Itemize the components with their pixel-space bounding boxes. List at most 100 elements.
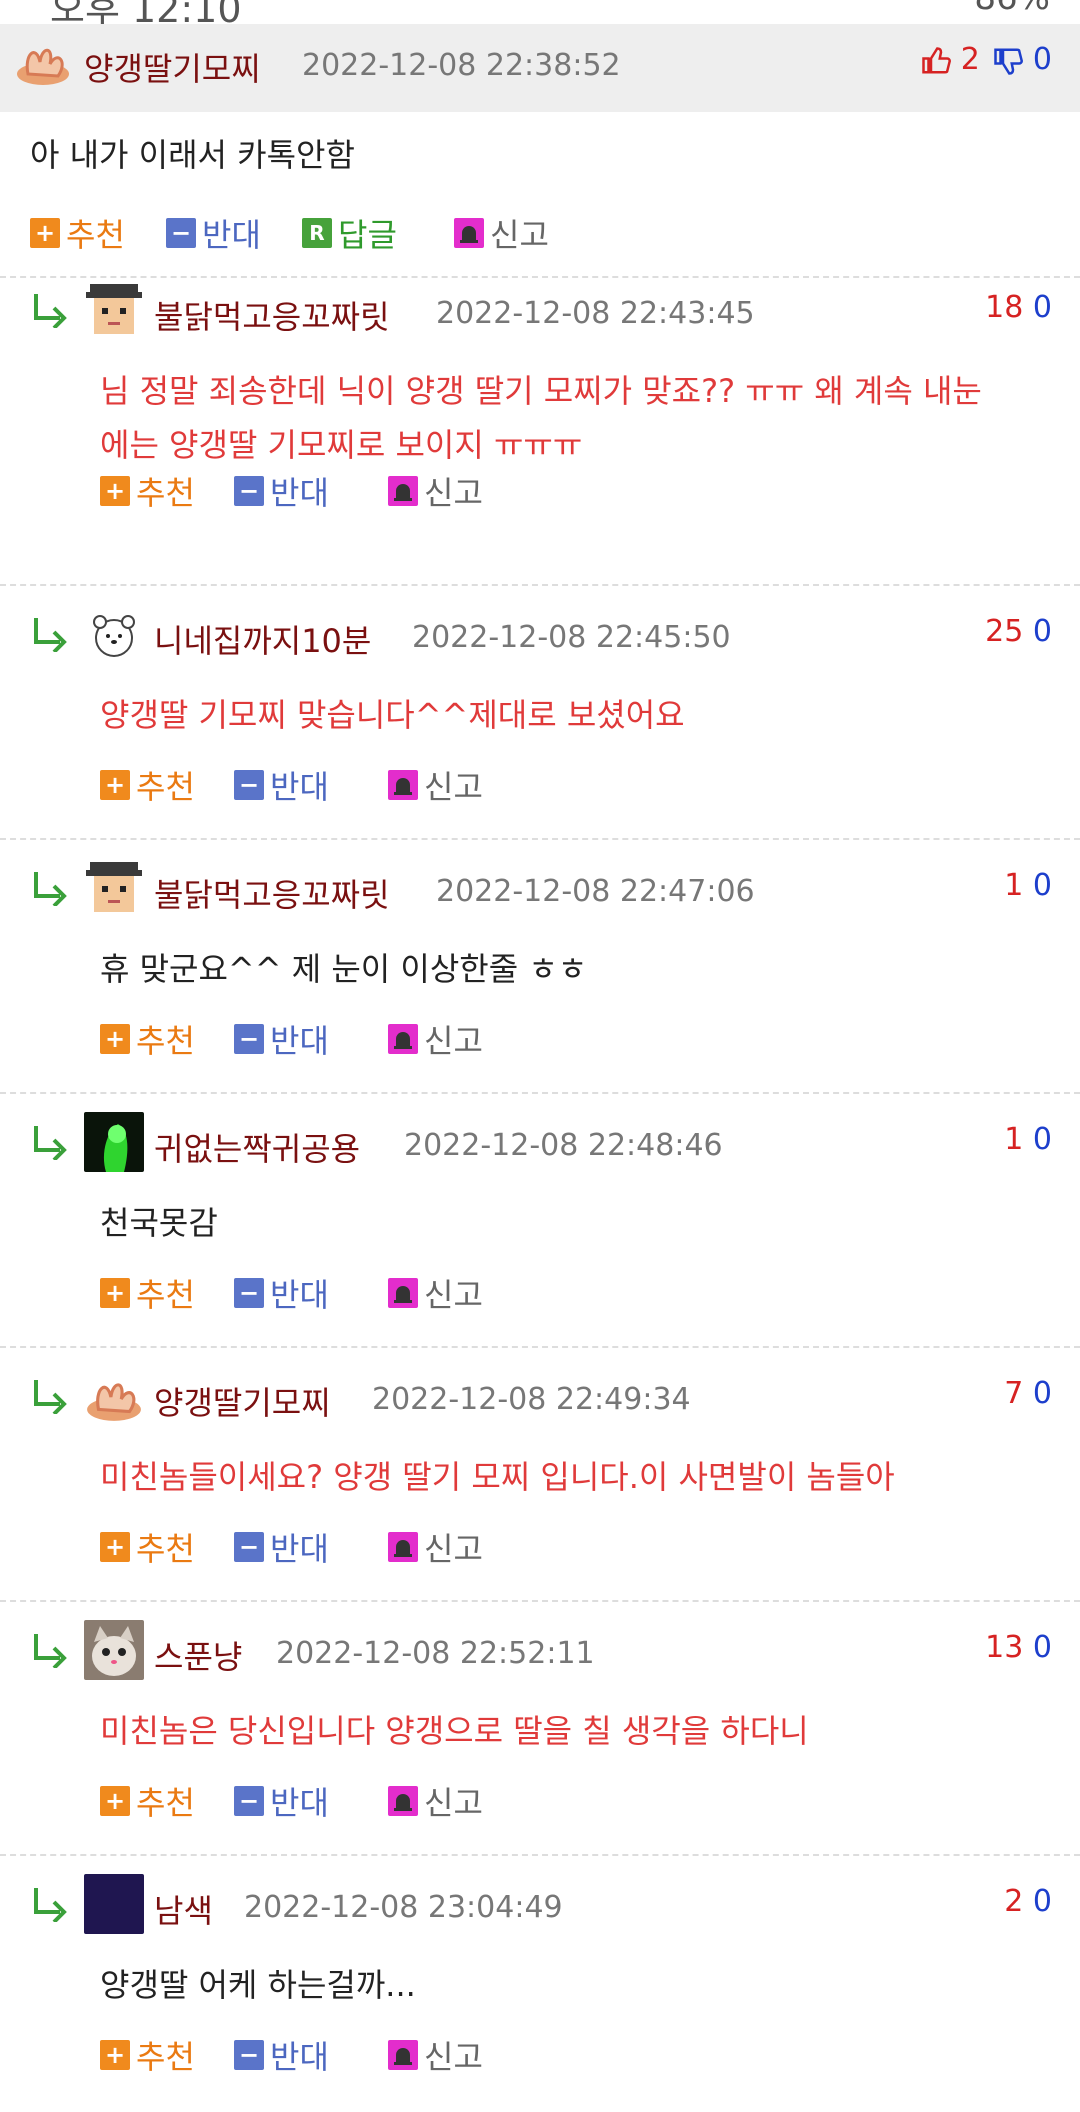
green-figure-avatar-icon[interactable] (84, 1112, 144, 1172)
report-button[interactable]: 신고 (388, 1016, 483, 1062)
comment-divider (0, 838, 1080, 840)
reply-body-line: 미친놈들이세요? 양갱 딸기 모찌 입니다.이 사면발이 놈들아 (100, 1458, 895, 1496)
report-button[interactable]: 신고 (388, 762, 483, 808)
reply-body-line: 님 정말 죄송한데 닉이 양갱 딸기 모찌가 맞죠?? ㅠㅠ 왜 계속 내눈 (100, 372, 982, 410)
plus-icon: + (30, 218, 60, 248)
comment-divider (0, 1854, 1080, 1856)
recommend-button[interactable]: + 추천 (100, 1016, 195, 1062)
comment-body: 아 내가 이래서 카톡안함 (30, 136, 355, 174)
status-bar: 오후 12:10 86% (0, 0, 1080, 24)
oppose-button[interactable]: − 반대 (166, 210, 261, 256)
cat-avatar-icon[interactable] (84, 1620, 144, 1680)
reply-comment: 불닭먹고응꼬짜릿 2022-12-08 22:47:06 1 0 휴 맞군요^^ 제 … (0, 856, 1080, 1096)
oppose-button[interactable]: − 반대 (234, 468, 329, 514)
reply-up-count: 1 (1004, 868, 1024, 903)
comment-divider (0, 1092, 1080, 1094)
reply-actions: + 추천 − 반대 신고 (100, 1524, 700, 1568)
bear-avatar-icon[interactable] (84, 604, 144, 664)
plus-icon: + (100, 476, 130, 506)
reply-down-count: 0 (1032, 1884, 1052, 1919)
reply-down-count: 0 (1032, 1376, 1052, 1411)
reply-body-line: 양갱딸 기모찌 맞습니다^^제대로 보셨어요 (100, 696, 685, 734)
oppose-button[interactable]: − 반대 (234, 1778, 329, 1824)
comment-divider (0, 584, 1080, 586)
status-time: 오후 12:10 (50, 0, 242, 24)
plus-icon: + (100, 770, 130, 800)
up-count: 2 (960, 42, 980, 77)
plus-icon: + (100, 1278, 130, 1308)
recommend-button[interactable]: + 추천 (100, 468, 195, 514)
reply-vote-counts: 13 0 (985, 1630, 1052, 1665)
comment-nickname[interactable]: 양갱딸기모찌 (84, 44, 261, 90)
reply-arrow-icon (34, 618, 67, 652)
minus-icon: − (234, 2040, 264, 2070)
minus-icon: − (166, 218, 196, 248)
pixel-boy-avatar-icon[interactable] (84, 858, 144, 918)
vote-counts: 2 0 (921, 42, 1052, 77)
reply-down-count: 0 (1032, 614, 1052, 649)
reply-nickname[interactable]: 불닭먹고응꼬짜릿 (154, 292, 390, 338)
thumbs-up-icon[interactable] (921, 46, 952, 76)
recommend-button[interactable]: + 추천 (30, 210, 125, 256)
report-button[interactable]: 신고 (388, 1524, 483, 1570)
reply-arrow-icon (34, 1126, 67, 1160)
recommend-button[interactable]: + 추천 (100, 1524, 195, 1570)
oppose-button[interactable]: − 반대 (234, 1270, 329, 1316)
reply-date: 2022-12-08 23:04:49 (244, 1890, 563, 1925)
mochi-avatar-icon[interactable] (84, 1366, 144, 1426)
reply-date: 2022-12-08 22:49:34 (372, 1382, 691, 1417)
reply-body-line: 천국못감 (100, 1204, 218, 1242)
thumbs-down-icon[interactable] (993, 46, 1024, 76)
siren-icon (388, 476, 418, 506)
reply-actions: + 추천 − 반대 신고 (100, 2032, 700, 2076)
reply-vote-counts: 2 0 (1004, 1884, 1052, 1919)
oppose-button[interactable]: − 반대 (234, 1524, 329, 1570)
reply-nickname[interactable]: 양갱딸기모찌 (154, 1378, 331, 1424)
report-button[interactable]: 신고 (388, 468, 483, 514)
reply-up-count: 18 (985, 290, 1024, 325)
siren-icon (388, 770, 418, 800)
reply-actions: + 추천 − 반대 신고 (100, 1778, 700, 1822)
reply-comment: 스푼냥 2022-12-08 22:52:11 13 0 미친놈은 당신입니다 양갱으… (0, 1618, 1080, 1858)
reply-date: 2022-12-08 22:45:50 (412, 620, 731, 655)
reply-up-count: 13 (985, 1630, 1024, 1665)
minus-icon: − (234, 1278, 264, 1308)
reply-up-count: 1 (1004, 1122, 1024, 1157)
oppose-button[interactable]: − 반대 (234, 2032, 329, 2078)
report-button[interactable]: 신고 (388, 1270, 483, 1316)
recommend-button[interactable]: + 추천 (100, 1270, 195, 1316)
oppose-button[interactable]: − 반대 (234, 1016, 329, 1062)
pixel-boy-avatar-icon[interactable] (84, 280, 144, 340)
reply-down-count: 0 (1032, 1122, 1052, 1157)
reply-down-count: 0 (1032, 290, 1052, 325)
reply-body-line: 에는 양갱딸 기모찌로 보이지 ㅠㅠㅠ (100, 426, 583, 464)
recommend-button[interactable]: + 추천 (100, 762, 195, 808)
comment-actions: + 추천 − 반대 R 답글 신고 (30, 210, 730, 254)
reply-nickname[interactable]: 니네집까지10분 (154, 616, 371, 662)
oppose-button[interactable]: − 반대 (234, 762, 329, 808)
reply-nickname[interactable]: 스푼냥 (154, 1632, 242, 1678)
reply-comment: 니네집까지10분 2022-12-08 22:45:50 25 0 양갱딸 기모찌 맞… (0, 602, 1080, 842)
reply-vote-counts: 18 0 (985, 290, 1052, 325)
navy-avatar-icon[interactable] (84, 1874, 144, 1934)
reply-body-line: 휴 맞군요^^ 제 눈이 이상한줄 ㅎㅎ (100, 950, 588, 988)
reply-button[interactable]: R 답글 (302, 210, 397, 256)
mochi-avatar-icon[interactable] (14, 32, 72, 90)
recommend-button[interactable]: + 추천 (100, 2032, 195, 2078)
reply-body-line: 양갱딸 어케 하는걸까... (100, 1966, 416, 2004)
report-button[interactable]: 신고 (388, 1778, 483, 1824)
minus-icon: − (234, 1786, 264, 1816)
report-button[interactable]: 신고 (454, 210, 549, 256)
reply-arrow-icon (34, 1634, 67, 1668)
reply-arrow-icon (34, 872, 67, 906)
reply-nickname[interactable]: 불닭먹고응꼬짜릿 (154, 870, 390, 916)
report-button[interactable]: 신고 (388, 2032, 483, 2078)
down-count: 0 (1032, 42, 1052, 77)
reply-nickname[interactable]: 귀없는짝귀공용 (154, 1124, 360, 1170)
reply-up-count: 7 (1004, 1376, 1024, 1411)
recommend-button[interactable]: + 추천 (100, 1778, 195, 1824)
reply-nickname[interactable]: 남색 (154, 1886, 213, 1932)
reply-date: 2022-12-08 22:52:11 (276, 1636, 595, 1671)
reply-down-count: 0 (1032, 1630, 1052, 1665)
reply-date: 2022-12-08 22:47:06 (436, 874, 755, 909)
